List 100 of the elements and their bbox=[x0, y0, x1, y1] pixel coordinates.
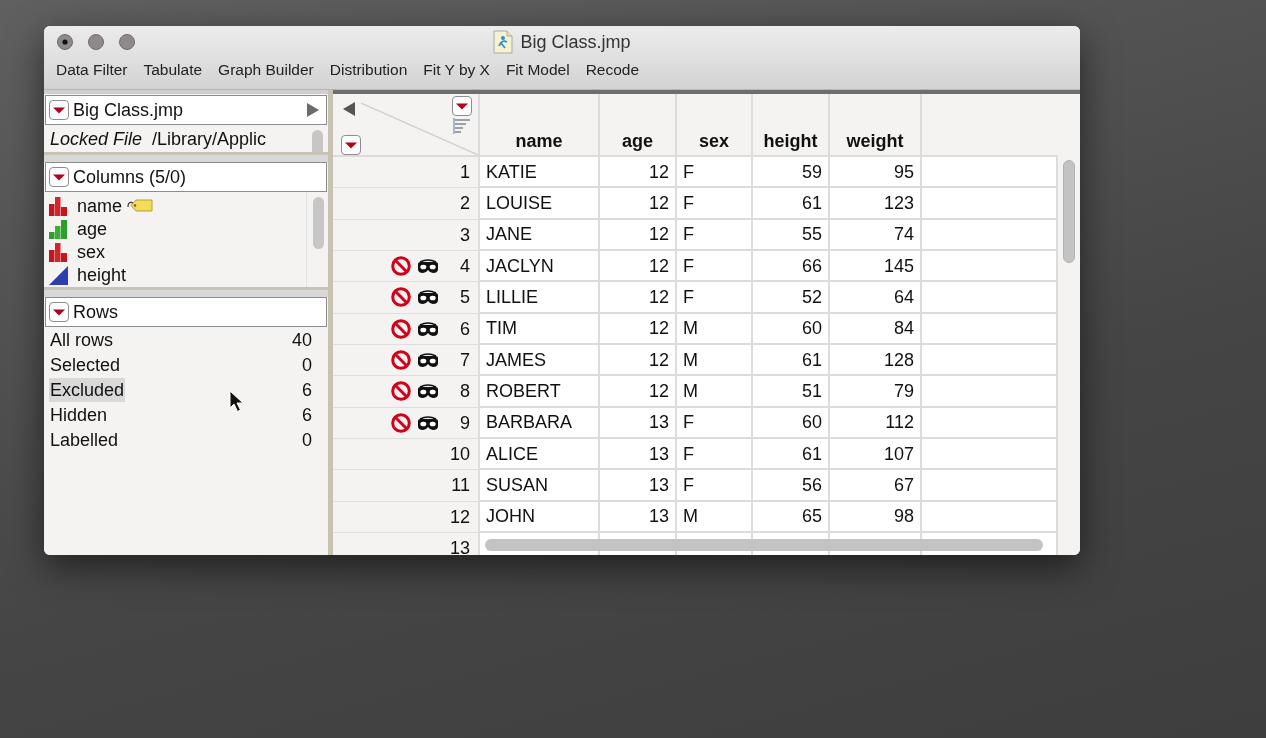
row-number[interactable]: 8 bbox=[440, 382, 470, 401]
row-number[interactable]: 9 bbox=[440, 413, 470, 432]
row-state-label[interactable]: Hidden bbox=[49, 402, 109, 427]
table-cell: 12 bbox=[600, 251, 677, 283]
table-cell: KATIE bbox=[480, 157, 600, 189]
table-cell: ALICE bbox=[480, 438, 600, 471]
table-cell: F bbox=[677, 219, 753, 251]
table-cell: 12 bbox=[600, 188, 677, 220]
row-number[interactable]: 6 bbox=[440, 319, 470, 338]
row-number[interactable]: 5 bbox=[440, 288, 470, 307]
file-path: /Library/Applic bbox=[152, 129, 267, 148]
row-state-label[interactable]: All rows bbox=[49, 327, 114, 352]
row-state-label[interactable]: Excluded bbox=[49, 377, 126, 402]
table-cell: TIM bbox=[480, 313, 600, 345]
table-cell: 13 bbox=[600, 407, 677, 439]
row-number[interactable]: 13 bbox=[440, 539, 470, 555]
file-status: Locked File bbox=[50, 129, 143, 148]
table-cell: M bbox=[677, 501, 753, 533]
table-cell: 13 bbox=[600, 438, 677, 471]
panel-title: Columns (5/0) bbox=[73, 168, 187, 186]
table-cell: M bbox=[677, 376, 753, 408]
table-cell: M bbox=[677, 313, 753, 345]
minimize-icon[interactable] bbox=[88, 34, 104, 50]
toolbar-button[interactable]: Distribution bbox=[329, 62, 408, 78]
right-triangle-icon[interactable] bbox=[307, 103, 319, 117]
panel-title: Rows bbox=[73, 303, 118, 321]
table-cell: 60 bbox=[753, 313, 830, 345]
table-cell: 59 bbox=[753, 157, 830, 189]
vertical-scrollbar[interactable] bbox=[1063, 160, 1075, 263]
row-number[interactable]: 3 bbox=[440, 225, 470, 244]
document-icon bbox=[493, 30, 514, 54]
row-state-label[interactable]: Selected bbox=[49, 352, 122, 377]
row-number[interactable]: 1 bbox=[440, 163, 470, 182]
vertical-scrollbar[interactable] bbox=[312, 130, 323, 152]
table-cell: JANE bbox=[480, 219, 600, 251]
table-cell: 12 bbox=[600, 282, 677, 314]
toolbar-button[interactable]: Data Filter bbox=[56, 62, 128, 78]
toolbar-button[interactable]: Graph Builder bbox=[218, 62, 314, 78]
table-cell: F bbox=[677, 470, 753, 502]
table-cell: JOHN bbox=[480, 501, 600, 533]
table-cell: F bbox=[677, 157, 753, 189]
table-cell: 51 bbox=[753, 376, 830, 408]
row-state-label[interactable]: Labelled bbox=[49, 427, 120, 452]
row-number[interactable]: 7 bbox=[440, 351, 470, 370]
row-state-count: 40 bbox=[291, 330, 312, 349]
row-state-count: 0 bbox=[302, 355, 312, 374]
table-cell: 79 bbox=[830, 376, 922, 408]
left-triangle-icon[interactable] bbox=[343, 102, 355, 116]
table-cell: 95 bbox=[830, 157, 922, 189]
row-state-count: 6 bbox=[302, 405, 312, 424]
table-cell: 74 bbox=[830, 219, 922, 251]
table-cell: 67 bbox=[830, 470, 922, 502]
table-cell: 145 bbox=[830, 251, 922, 283]
vertical-scrollbar[interactable] bbox=[313, 197, 324, 249]
table-cell: 13 bbox=[600, 501, 677, 533]
toolbar-button[interactable]: Fit Y by X bbox=[423, 62, 490, 78]
table-cell: 61 bbox=[753, 344, 830, 377]
table-cell: 61 bbox=[753, 188, 830, 220]
table-cell: 56 bbox=[753, 470, 830, 502]
zoom-icon[interactable] bbox=[119, 34, 135, 50]
table-cell: 128 bbox=[830, 344, 922, 377]
table-cell: 112 bbox=[830, 407, 922, 439]
table-cell: 60 bbox=[753, 407, 830, 439]
table-cell: F bbox=[677, 407, 753, 439]
table-cell: LILLIE bbox=[480, 282, 600, 314]
close-icon[interactable] bbox=[57, 34, 73, 50]
table-cell: 12 bbox=[600, 313, 677, 345]
column-name[interactable]: sex bbox=[77, 242, 105, 261]
table-cell: 65 bbox=[753, 501, 830, 533]
table-cell: 12 bbox=[600, 157, 677, 189]
ascending-bars-icon bbox=[48, 218, 68, 239]
table-cell: BARBARA bbox=[480, 407, 600, 439]
table-cell: JAMES bbox=[480, 344, 600, 377]
toolbar-button[interactable]: Fit Model bbox=[505, 62, 570, 78]
table-cell: ROBERT bbox=[480, 376, 600, 408]
window-title: Big Class.jmp bbox=[520, 33, 631, 51]
row-number[interactable]: 10 bbox=[440, 445, 470, 464]
horizontal-scrollbar[interactable] bbox=[485, 539, 1043, 551]
row-state-count: 6 bbox=[302, 380, 312, 399]
table-cell: F bbox=[677, 282, 753, 314]
table-cell: 107 bbox=[830, 438, 922, 471]
table-cell: F bbox=[677, 188, 753, 220]
row-number[interactable]: 2 bbox=[440, 194, 470, 213]
toolbar-button[interactable]: Tabulate bbox=[143, 62, 203, 78]
panel-header[interactable]: Big Class.jmp bbox=[45, 95, 327, 125]
table-cell: SUSAN bbox=[480, 470, 600, 502]
column-name[interactable]: age bbox=[77, 219, 108, 238]
row-number[interactable]: 11 bbox=[440, 476, 470, 495]
table-cell: JACLYN bbox=[480, 251, 600, 283]
row-number[interactable]: 4 bbox=[440, 257, 470, 276]
panel-header[interactable]: Columns (5/0) bbox=[45, 162, 327, 192]
table-cell: F bbox=[677, 251, 753, 283]
panel-header[interactable]: Rows bbox=[45, 297, 327, 327]
row-number[interactable]: 12 bbox=[440, 507, 470, 526]
column-name[interactable]: name bbox=[77, 196, 123, 215]
table-cell: 13 bbox=[600, 470, 677, 502]
toolbar-button[interactable]: Recode bbox=[585, 62, 640, 78]
table-cell: 64 bbox=[830, 282, 922, 314]
column-name[interactable]: height bbox=[77, 265, 127, 284]
mouse-pointer-icon bbox=[229, 390, 244, 413]
